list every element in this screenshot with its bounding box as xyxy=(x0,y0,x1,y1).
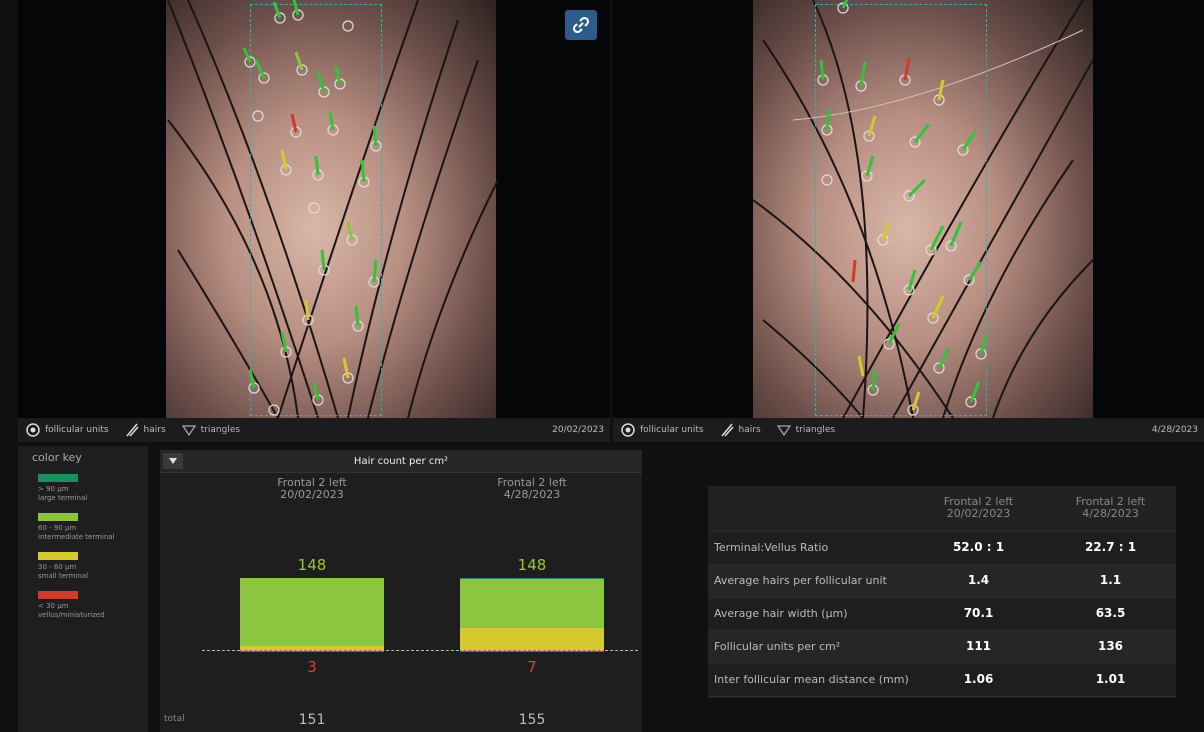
row-value: 22.7 : 1 xyxy=(1084,540,1137,554)
color-key-text: 30 - 60 µm small terminal xyxy=(38,563,89,580)
row-value: 1.1 xyxy=(1099,573,1122,587)
row-value: 111 xyxy=(965,639,992,653)
header-date: 20/02/2023 xyxy=(946,507,1011,520)
table-header-row: Frontal 2 left 20/02/2023 Frontal 2 left… xyxy=(708,486,1176,532)
table-row: Inter follicular mean distance (mm) 1.06… xyxy=(708,664,1176,697)
row-value: 63.5 xyxy=(1095,606,1126,620)
hairs-label: hairs xyxy=(738,425,761,435)
color-key-text: > 90 µm large terminal xyxy=(38,485,88,502)
chart-baseline xyxy=(202,650,638,651)
triangle-icon xyxy=(181,423,196,437)
link-icon xyxy=(572,16,590,34)
terminal-count-1: 148 xyxy=(297,556,327,574)
hairs-icon xyxy=(125,423,139,437)
row-label: Inter follicular mean distance (mm) xyxy=(714,673,909,686)
color-key-item: < 30 µm vellus/miniaturized xyxy=(38,591,148,620)
terminal-count-2: 148 xyxy=(517,556,547,574)
column-label-2: Frontal 2 left 4/28/2023 xyxy=(452,477,612,501)
metric-dropdown-button[interactable] xyxy=(163,453,183,469)
row-label: Follicular units per cm² xyxy=(714,640,841,653)
color-key-panel: color key > 90 µm large terminal 60 - 90… xyxy=(18,446,148,732)
small-terminal-segment xyxy=(460,627,604,650)
row-label: Average hair width (µm) xyxy=(714,607,848,620)
color-key-item: > 90 µm large terminal xyxy=(38,474,148,503)
triangle-icon xyxy=(776,423,791,437)
column-date: 20/02/2023 xyxy=(280,488,344,501)
color-key-text: < 30 µm vellus/miniaturized xyxy=(38,602,105,619)
row-value: 70.1 xyxy=(963,606,994,620)
link-views-button[interactable] xyxy=(565,10,597,40)
hairs-toggle[interactable]: hairs xyxy=(720,423,761,437)
table-header-cell: Frontal 2 left 20/02/2023 xyxy=(926,496,1031,520)
triangles-label: triangles xyxy=(200,425,241,435)
triangles-toggle[interactable]: triangles xyxy=(776,423,836,437)
total-count-2: 155 xyxy=(518,712,546,728)
hairs-icon xyxy=(720,423,734,437)
follicular-units-label: follicular units xyxy=(45,425,109,435)
table-header-cell: Frontal 2 left 4/28/2023 xyxy=(1058,496,1163,520)
chart-title: Hair count per cm² xyxy=(353,455,449,467)
intermediate-terminal-segment xyxy=(460,579,604,628)
column-date: 4/28/2023 xyxy=(503,488,561,501)
hair-count-panel: Hair count per cm² Frontal 2 left 20/02/… xyxy=(160,450,642,732)
follicular-units-toggle[interactable]: follicular units xyxy=(26,423,109,437)
large-terminal-segment xyxy=(460,578,604,580)
viewer-toolbar-left: follicular units hairs triangles 20/02/2… xyxy=(18,418,610,442)
viewer-toolbar-right: follicular units hairs triangles 4/28/20… xyxy=(613,418,1204,442)
panel-header: Hair count per cm² xyxy=(160,450,642,473)
hair-markers-right xyxy=(817,0,989,416)
row-value: 1.01 xyxy=(1095,672,1126,686)
image-viewer-left[interactable] xyxy=(18,0,610,418)
column-label-1: Frontal 2 left 20/02/2023 xyxy=(232,477,392,501)
vellus-count-1: 3 xyxy=(307,658,317,676)
row-value: 52.0 : 1 xyxy=(952,540,1005,554)
image-date-right: 4/28/2023 xyxy=(1151,425,1198,435)
hair-markers-left xyxy=(242,0,382,416)
table-row: Average hair width (µm) 70.1 63.5 xyxy=(708,598,1176,631)
row-value: 1.4 xyxy=(967,573,990,587)
color-swatch xyxy=(38,513,78,521)
metrics-table: Frontal 2 left 20/02/2023 Frontal 2 left… xyxy=(708,486,1176,698)
color-swatch xyxy=(38,591,78,599)
color-key-item: 60 - 90 µm intermediate terminal xyxy=(38,513,148,542)
intermediate-terminal-segment xyxy=(240,578,384,647)
vellus-count-2: 7 xyxy=(527,658,537,676)
total-label: total xyxy=(164,714,185,724)
target-icon xyxy=(621,423,635,437)
hairs-toggle[interactable]: hairs xyxy=(125,423,166,437)
color-key-title: color key xyxy=(32,451,82,464)
row-label: Terminal:Vellus Ratio xyxy=(714,541,829,554)
hairs-label: hairs xyxy=(143,425,166,435)
caret-down-icon xyxy=(169,458,177,464)
table-row: Follicular units per cm² 111 136 xyxy=(708,631,1176,664)
color-swatch xyxy=(38,552,78,560)
follicular-units-toggle[interactable]: follicular units xyxy=(621,423,704,437)
table-row: Average hairs per follicular unit 1.4 1.… xyxy=(708,565,1176,598)
triangles-label: triangles xyxy=(795,425,836,435)
row-value: 1.06 xyxy=(963,672,994,686)
header-date: 4/28/2023 xyxy=(1082,507,1139,520)
follicular-units-label: follicular units xyxy=(640,425,704,435)
table-row: Terminal:Vellus Ratio 52.0 : 1 22.7 : 1 xyxy=(708,532,1176,565)
color-key-item: 30 - 60 µm small terminal xyxy=(38,552,148,581)
image-date-left: 20/02/2023 xyxy=(552,425,604,435)
color-key-text: 60 - 90 µm intermediate terminal xyxy=(38,524,115,541)
total-count-1: 151 xyxy=(298,712,326,728)
color-swatch xyxy=(38,474,78,482)
triangles-toggle[interactable]: triangles xyxy=(181,423,241,437)
target-icon xyxy=(26,423,40,437)
image-viewer-right[interactable] xyxy=(613,0,1204,418)
row-value: 136 xyxy=(1097,639,1124,653)
row-label: Average hairs per follicular unit xyxy=(714,574,887,587)
